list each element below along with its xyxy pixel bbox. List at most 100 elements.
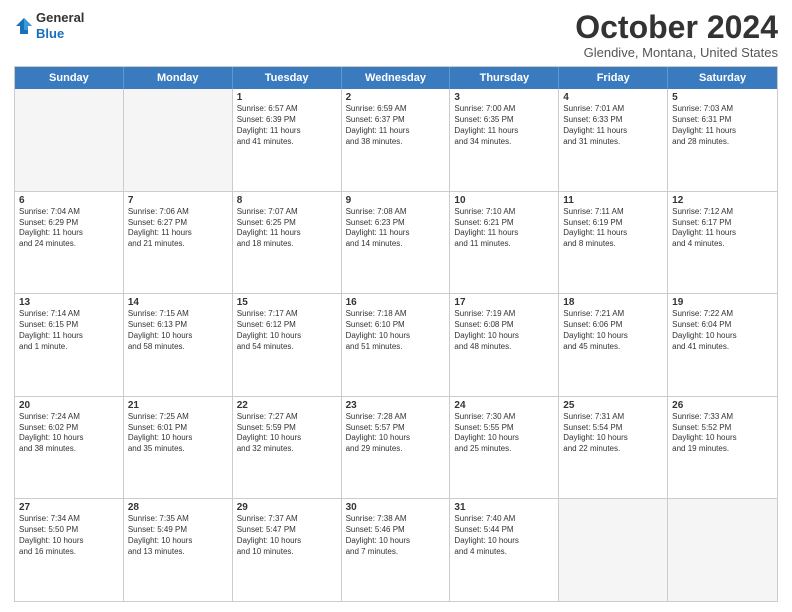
cell-line: Daylight: 11 hours: [672, 126, 773, 137]
day-number: 4: [563, 92, 663, 103]
cell-line: and 21 minutes.: [128, 239, 228, 250]
day-number: 20: [19, 400, 119, 411]
cell-line: Sunrise: 7:34 AM: [19, 514, 119, 525]
header-day-tuesday: Tuesday: [233, 67, 342, 89]
cell-line: Daylight: 10 hours: [19, 433, 119, 444]
cell-line: Daylight: 11 hours: [346, 228, 446, 239]
calendar-cell-2-4: 17Sunrise: 7:19 AMSunset: 6:08 PMDayligh…: [450, 294, 559, 396]
cell-line: Sunset: 6:33 PM: [563, 115, 663, 126]
day-number: 13: [19, 297, 119, 308]
calendar-cell-4-1: 28Sunrise: 7:35 AMSunset: 5:49 PMDayligh…: [124, 499, 233, 601]
cell-line: Daylight: 10 hours: [454, 331, 554, 342]
cell-line: Daylight: 10 hours: [563, 331, 663, 342]
cell-line: Daylight: 10 hours: [672, 331, 773, 342]
cell-line: Sunrise: 7:31 AM: [563, 412, 663, 423]
cell-line: Sunset: 5:44 PM: [454, 525, 554, 536]
cell-line: Daylight: 11 hours: [19, 228, 119, 239]
cell-line: Sunset: 6:15 PM: [19, 320, 119, 331]
cell-line: Daylight: 11 hours: [672, 228, 773, 239]
cell-line: and 11 minutes.: [454, 239, 554, 250]
calendar-cell-0-1: [124, 89, 233, 191]
calendar-cell-2-5: 18Sunrise: 7:21 AMSunset: 6:06 PMDayligh…: [559, 294, 668, 396]
cell-line: Daylight: 11 hours: [454, 126, 554, 137]
cell-line: Sunrise: 6:59 AM: [346, 104, 446, 115]
calendar-header: SundayMondayTuesdayWednesdayThursdayFrid…: [15, 67, 777, 89]
cell-line: Sunrise: 7:18 AM: [346, 309, 446, 320]
cell-line: Sunrise: 7:03 AM: [672, 104, 773, 115]
cell-line: and 10 minutes.: [237, 547, 337, 558]
calendar-cell-0-6: 5Sunrise: 7:03 AMSunset: 6:31 PMDaylight…: [668, 89, 777, 191]
cell-line: Daylight: 10 hours: [128, 331, 228, 342]
calendar-cell-1-0: 6Sunrise: 7:04 AMSunset: 6:29 PMDaylight…: [15, 192, 124, 294]
cell-line: and 54 minutes.: [237, 342, 337, 353]
header: General Blue October 2024 Glendive, Mont…: [14, 10, 778, 60]
cell-line: Sunrise: 7:25 AM: [128, 412, 228, 423]
header-day-monday: Monday: [124, 67, 233, 89]
cell-line: and 41 minutes.: [672, 342, 773, 353]
day-number: 16: [346, 297, 446, 308]
header-day-friday: Friday: [559, 67, 668, 89]
day-number: 31: [454, 502, 554, 513]
calendar-cell-4-3: 30Sunrise: 7:38 AMSunset: 5:46 PMDayligh…: [342, 499, 451, 601]
cell-line: Daylight: 10 hours: [128, 433, 228, 444]
cell-line: and 35 minutes.: [128, 444, 228, 455]
cell-line: Sunrise: 7:15 AM: [128, 309, 228, 320]
cell-line: Sunset: 6:25 PM: [237, 218, 337, 229]
cell-line: Sunset: 6:10 PM: [346, 320, 446, 331]
day-number: 19: [672, 297, 773, 308]
cell-line: Daylight: 11 hours: [237, 228, 337, 239]
calendar-body: 1Sunrise: 6:57 AMSunset: 6:39 PMDaylight…: [15, 89, 777, 601]
cell-line: Sunrise: 7:11 AM: [563, 207, 663, 218]
cell-line: Daylight: 11 hours: [346, 126, 446, 137]
cell-line: Daylight: 10 hours: [346, 433, 446, 444]
cell-line: Sunset: 6:13 PM: [128, 320, 228, 331]
calendar-cell-1-1: 7Sunrise: 7:06 AMSunset: 6:27 PMDaylight…: [124, 192, 233, 294]
calendar-cell-3-2: 22Sunrise: 7:27 AMSunset: 5:59 PMDayligh…: [233, 397, 342, 499]
calendar-cell-2-1: 14Sunrise: 7:15 AMSunset: 6:13 PMDayligh…: [124, 294, 233, 396]
cell-line: Sunset: 6:02 PM: [19, 423, 119, 434]
cell-line: and 4 minutes.: [672, 239, 773, 250]
day-number: 1: [237, 92, 337, 103]
cell-line: Sunrise: 7:04 AM: [19, 207, 119, 218]
cell-line: and 34 minutes.: [454, 137, 554, 148]
cell-line: Sunset: 5:54 PM: [563, 423, 663, 434]
cell-line: Sunset: 6:06 PM: [563, 320, 663, 331]
cell-line: Sunset: 5:52 PM: [672, 423, 773, 434]
cell-line: Sunrise: 7:27 AM: [237, 412, 337, 423]
cell-line: Sunset: 5:59 PM: [237, 423, 337, 434]
cell-line: Sunrise: 7:00 AM: [454, 104, 554, 115]
cell-line: and 7 minutes.: [346, 547, 446, 558]
cell-line: Daylight: 10 hours: [237, 536, 337, 547]
cell-line: Sunset: 5:57 PM: [346, 423, 446, 434]
calendar-cell-3-1: 21Sunrise: 7:25 AMSunset: 6:01 PMDayligh…: [124, 397, 233, 499]
cell-line: Daylight: 10 hours: [672, 433, 773, 444]
calendar-row-3: 20Sunrise: 7:24 AMSunset: 6:02 PMDayligh…: [15, 396, 777, 499]
cell-line: and 14 minutes.: [346, 239, 446, 250]
logo-text: General Blue: [36, 10, 84, 41]
calendar: SundayMondayTuesdayWednesdayThursdayFrid…: [14, 66, 778, 602]
day-number: 22: [237, 400, 337, 411]
cell-line: Daylight: 10 hours: [237, 331, 337, 342]
cell-line: Sunrise: 7:24 AM: [19, 412, 119, 423]
calendar-cell-0-0: [15, 89, 124, 191]
cell-line: Daylight: 10 hours: [237, 433, 337, 444]
cell-line: Sunset: 6:23 PM: [346, 218, 446, 229]
day-number: 2: [346, 92, 446, 103]
calendar-cell-0-4: 3Sunrise: 7:00 AMSunset: 6:35 PMDaylight…: [450, 89, 559, 191]
page: General Blue October 2024 Glendive, Mont…: [0, 0, 792, 612]
cell-line: Sunset: 6:27 PM: [128, 218, 228, 229]
cell-line: Sunrise: 7:22 AM: [672, 309, 773, 320]
day-number: 17: [454, 297, 554, 308]
cell-line: and 16 minutes.: [19, 547, 119, 558]
calendar-row-1: 6Sunrise: 7:04 AMSunset: 6:29 PMDaylight…: [15, 191, 777, 294]
day-number: 14: [128, 297, 228, 308]
calendar-cell-4-6: [668, 499, 777, 601]
day-number: 25: [563, 400, 663, 411]
day-number: 29: [237, 502, 337, 513]
cell-line: Sunrise: 7:12 AM: [672, 207, 773, 218]
cell-line: and 48 minutes.: [454, 342, 554, 353]
calendar-cell-3-4: 24Sunrise: 7:30 AMSunset: 5:55 PMDayligh…: [450, 397, 559, 499]
calendar-cell-4-2: 29Sunrise: 7:37 AMSunset: 5:47 PMDayligh…: [233, 499, 342, 601]
cell-line: Daylight: 10 hours: [19, 536, 119, 547]
cell-line: Sunset: 6:19 PM: [563, 218, 663, 229]
